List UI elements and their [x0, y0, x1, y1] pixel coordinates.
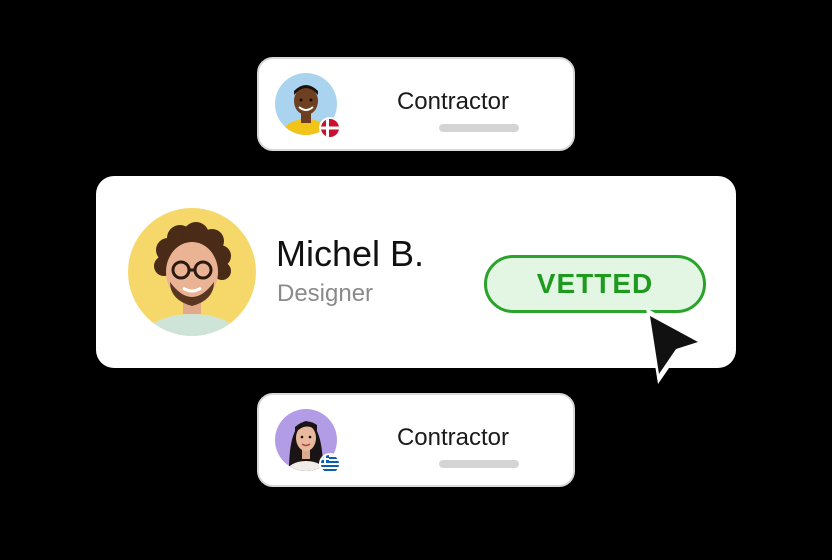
- contractor-card-top[interactable]: Contractor: [257, 57, 575, 151]
- contractor-label: Contractor: [396, 424, 510, 451]
- profile-avatar: [128, 208, 256, 336]
- denmark-flag-icon: [319, 117, 341, 139]
- profile-role: Designer: [277, 280, 374, 307]
- contractor-card-bottom[interactable]: Contractor: [257, 393, 575, 487]
- profile-name: Michel B.: [276, 233, 425, 274]
- mouse-pointer-icon: [636, 300, 716, 390]
- placeholder-bar: [439, 460, 519, 468]
- placeholder-bar: [439, 124, 519, 132]
- contractor-label: Contractor: [396, 88, 510, 115]
- greece-flag-icon: [319, 453, 341, 475]
